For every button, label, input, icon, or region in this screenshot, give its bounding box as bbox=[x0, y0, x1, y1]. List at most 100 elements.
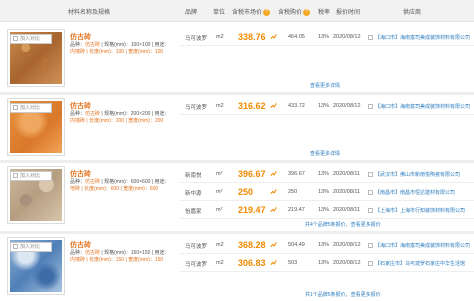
brand-name: 新中源 bbox=[185, 191, 202, 197]
help-icon[interactable]: ? bbox=[263, 8, 271, 16]
unit: m2 bbox=[216, 260, 224, 266]
report-date: 2020/08/11 bbox=[333, 189, 361, 195]
row-divider bbox=[180, 45, 474, 46]
purchase-price: 250 bbox=[288, 189, 298, 195]
row-divider bbox=[180, 200, 474, 201]
tax-rate: 13% bbox=[318, 260, 330, 266]
header-market-price[interactable]: 含税市场价? bbox=[232, 7, 271, 16]
supplier-link[interactable]: 【海口市】海南富司美成装饰材料有限公司 bbox=[368, 34, 472, 41]
brand-name: 新南悦 bbox=[185, 173, 202, 179]
row-divider bbox=[180, 218, 474, 219]
trend-icon[interactable] bbox=[270, 259, 277, 266]
checkbox-icon[interactable] bbox=[13, 244, 18, 250]
header-supplier: 供应商 bbox=[403, 10, 422, 16]
row-divider bbox=[180, 253, 474, 254]
market-price: 338.76 bbox=[238, 32, 266, 42]
product-name[interactable]: 仿古砖 bbox=[70, 101, 91, 111]
checkbox-icon[interactable] bbox=[368, 35, 373, 41]
checkbox-icon[interactable] bbox=[368, 243, 373, 249]
add-compare-button[interactable]: 加入对比 bbox=[10, 34, 52, 44]
supplier-link[interactable]: 【海口市】海南富司美成装饰材料有限公司 bbox=[368, 242, 472, 249]
report-date: 2020/08/11 bbox=[333, 171, 361, 177]
tax-rate: 13% bbox=[318, 34, 330, 40]
supplier-link[interactable]: 【上海市】上海市行知装饰材料有限公司 bbox=[368, 207, 472, 214]
checkbox-icon[interactable] bbox=[13, 173, 18, 179]
unit: m2 bbox=[216, 242, 224, 248]
checkbox-icon[interactable] bbox=[13, 105, 18, 111]
tax-rate: 13% bbox=[318, 103, 330, 109]
product-spec: 品种：仿古砖 | 规格(mm)：600×600 | 用途： 地砖 | 长度(mm)… bbox=[70, 179, 170, 192]
product-name[interactable]: 仿古砖 bbox=[70, 169, 91, 179]
add-compare-button[interactable]: 加入对比 bbox=[10, 242, 52, 252]
unit: m² bbox=[216, 171, 223, 177]
add-compare-button[interactable]: 加入对比 bbox=[10, 171, 52, 181]
unit: m2 bbox=[216, 34, 224, 40]
trend-icon[interactable] bbox=[270, 170, 277, 177]
tax-rate: 13% bbox=[318, 189, 330, 195]
market-price: 396.67 bbox=[238, 169, 266, 179]
trend-icon[interactable] bbox=[270, 206, 277, 213]
row-divider bbox=[180, 182, 474, 183]
market-price: 306.83 bbox=[238, 258, 266, 268]
unit: m² bbox=[216, 189, 223, 195]
product-group: 加入对比 仿古砖 品种：仿古砖 | 规格(mm)：600×600 | 用途： 地砖 |… bbox=[0, 163, 474, 231]
checkbox-icon[interactable] bbox=[368, 261, 373, 267]
header-material: 材料名称及规格 bbox=[68, 10, 111, 16]
row-divider bbox=[180, 114, 474, 115]
brand-name: 马可波罗 bbox=[185, 244, 208, 250]
view-more-link[interactable]: 共4个品牌5条报价，查看更多报价 bbox=[305, 221, 381, 228]
view-more-link[interactable]: 查看更多详情 bbox=[310, 150, 340, 157]
market-price: 368.28 bbox=[238, 240, 266, 250]
report-date: 2020/08/12 bbox=[333, 260, 361, 266]
header-unit: 单位 bbox=[213, 10, 226, 16]
report-date: 2020/08/11 bbox=[333, 207, 361, 213]
supplier-link[interactable]: 【海口市】海南富司美成装饰材料有限公司 bbox=[368, 103, 472, 110]
purchase-price: 433.72 bbox=[288, 103, 305, 109]
checkbox-icon[interactable] bbox=[13, 36, 18, 42]
brand-name: 怡嘉家 bbox=[185, 209, 202, 215]
view-more-link[interactable]: 共1个品牌5条报价，查看更多报价 bbox=[305, 291, 381, 298]
table-header: 材料名称及规格 品牌 单位 含税市场价? 含税购价? 税率 报价时间 供应商 bbox=[0, 0, 474, 22]
header-purchase-price[interactable]: 含税购价? bbox=[278, 7, 311, 16]
unit: m2 bbox=[216, 103, 224, 109]
product-name[interactable]: 仿古砖 bbox=[70, 240, 91, 250]
supplier-link[interactable]: 【武汉市】佛山市新南悦陶瓷有限公司 bbox=[368, 171, 472, 178]
purchase-price: 464.05 bbox=[288, 34, 305, 40]
product-group: 加入对比 仿古砖 品种：仿古砖 | 规格(mm)：200×200 | 用途： 内墙砖 … bbox=[0, 95, 474, 160]
product-spec: 品种：仿古砖 | 规格(mm)：150×150 | 用途： 内墙砖 | 长度(mm… bbox=[70, 250, 170, 263]
report-date: 2020/08/12 bbox=[333, 103, 361, 109]
purchase-price: 503 bbox=[288, 260, 298, 266]
checkbox-icon[interactable] bbox=[368, 208, 373, 214]
header-tax-rate: 税率 bbox=[318, 10, 331, 16]
row-divider bbox=[180, 271, 474, 272]
header-report-time: 报价时间 bbox=[336, 10, 361, 16]
trend-icon[interactable] bbox=[270, 188, 277, 195]
add-compare-button[interactable]: 加入对比 bbox=[10, 103, 52, 113]
product-spec: 品种：仿古砖 | 规格(mm)：100×100 | 用途： 内墙砖 | 长度(mm… bbox=[70, 42, 170, 55]
market-price: 219.47 bbox=[238, 205, 266, 215]
market-price: 316.62 bbox=[238, 101, 266, 111]
product-spec: 品种：仿古砖 | 规格(mm)：200×200 | 用途： 内墙砖 | 长度(mm… bbox=[70, 111, 170, 124]
purchase-price: 396.67 bbox=[288, 171, 305, 177]
brand-name: 马可波罗 bbox=[185, 105, 208, 111]
supplier-link[interactable]: 【石家庄市】马可波罗石家庄中华生活馆 bbox=[368, 260, 472, 267]
report-date: 2020/08/12 bbox=[333, 34, 361, 40]
product-group: 加入对比 仿古砖 品种：仿古砖 | 规格(mm)：150×150 | 用途： 内墙砖 … bbox=[0, 234, 474, 301]
supplier-link[interactable]: 【南昌市】南昌市恒达建材有限公司 bbox=[368, 189, 472, 196]
view-more-link[interactable]: 查看更多详情 bbox=[310, 82, 340, 89]
product-name[interactable]: 仿古砖 bbox=[70, 32, 91, 42]
checkbox-icon[interactable] bbox=[368, 104, 373, 110]
trend-icon[interactable] bbox=[270, 102, 277, 109]
trend-icon[interactable] bbox=[270, 33, 277, 40]
tax-rate: 13% bbox=[318, 207, 330, 213]
purchase-price: 504.49 bbox=[288, 242, 305, 248]
header-brand: 品牌 bbox=[185, 10, 198, 16]
checkbox-icon[interactable] bbox=[368, 172, 373, 178]
trend-icon[interactable] bbox=[270, 241, 277, 248]
unit: m² bbox=[216, 207, 223, 213]
purchase-price: 219.47 bbox=[288, 207, 305, 213]
tax-rate: 13% bbox=[318, 171, 330, 177]
checkbox-icon[interactable] bbox=[368, 190, 373, 196]
help-icon[interactable]: ? bbox=[303, 8, 311, 16]
brand-name: 马可波罗 bbox=[185, 36, 208, 42]
